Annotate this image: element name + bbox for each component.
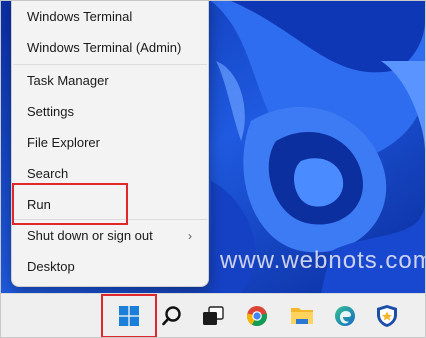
edge-icon xyxy=(335,306,355,326)
menu-item-label: Windows Terminal xyxy=(27,9,133,24)
screenshot-frame: Windows Terminal Windows Terminal (Admin… xyxy=(0,0,426,338)
menu-item-shut-down-or-sign-out[interactable]: Shut down or sign out › xyxy=(12,222,208,250)
search-icon xyxy=(162,306,181,326)
menu-item-windows-terminal[interactable]: Windows Terminal xyxy=(12,3,208,31)
menu-item-label: Shut down or sign out xyxy=(27,228,153,243)
chrome-icon xyxy=(246,306,268,327)
menu-item-settings[interactable]: Settings xyxy=(12,98,208,126)
menu-item-label: Windows Terminal (Admin) xyxy=(27,40,182,55)
security-shield-icon xyxy=(377,305,397,327)
run-highlight-box xyxy=(12,183,128,225)
edge-button[interactable] xyxy=(328,300,362,332)
menu-item-label: Settings xyxy=(27,104,74,119)
task-view-icon xyxy=(203,306,224,325)
task-view-button[interactable] xyxy=(196,300,230,332)
menu-separator xyxy=(13,64,207,65)
chevron-right-icon: › xyxy=(188,229,192,243)
winx-context-menu: Windows Terminal Windows Terminal (Admin… xyxy=(11,1,209,287)
taskbar-search-button[interactable] xyxy=(155,300,189,332)
menu-item-windows-terminal-admin[interactable]: Windows Terminal (Admin) xyxy=(12,34,208,62)
menu-item-label: Task Manager xyxy=(27,73,109,88)
menu-item-label: Desktop xyxy=(27,259,75,274)
menu-item-file-explorer[interactable]: File Explorer xyxy=(12,129,208,157)
watermark: www.webnots.com xyxy=(220,247,426,274)
menu-item-label: File Explorer xyxy=(27,135,100,150)
taskbar xyxy=(1,293,425,337)
chrome-button[interactable] xyxy=(240,300,274,332)
start-button-highlight-box xyxy=(101,294,157,337)
menu-item-label: Search xyxy=(27,166,69,181)
security-button[interactable] xyxy=(370,300,404,332)
menu-item-task-manager[interactable]: Task Manager xyxy=(12,67,208,95)
file-explorer-icon xyxy=(291,308,313,324)
menu-item-desktop[interactable]: Desktop xyxy=(12,253,208,281)
file-explorer-button[interactable] xyxy=(285,300,319,332)
